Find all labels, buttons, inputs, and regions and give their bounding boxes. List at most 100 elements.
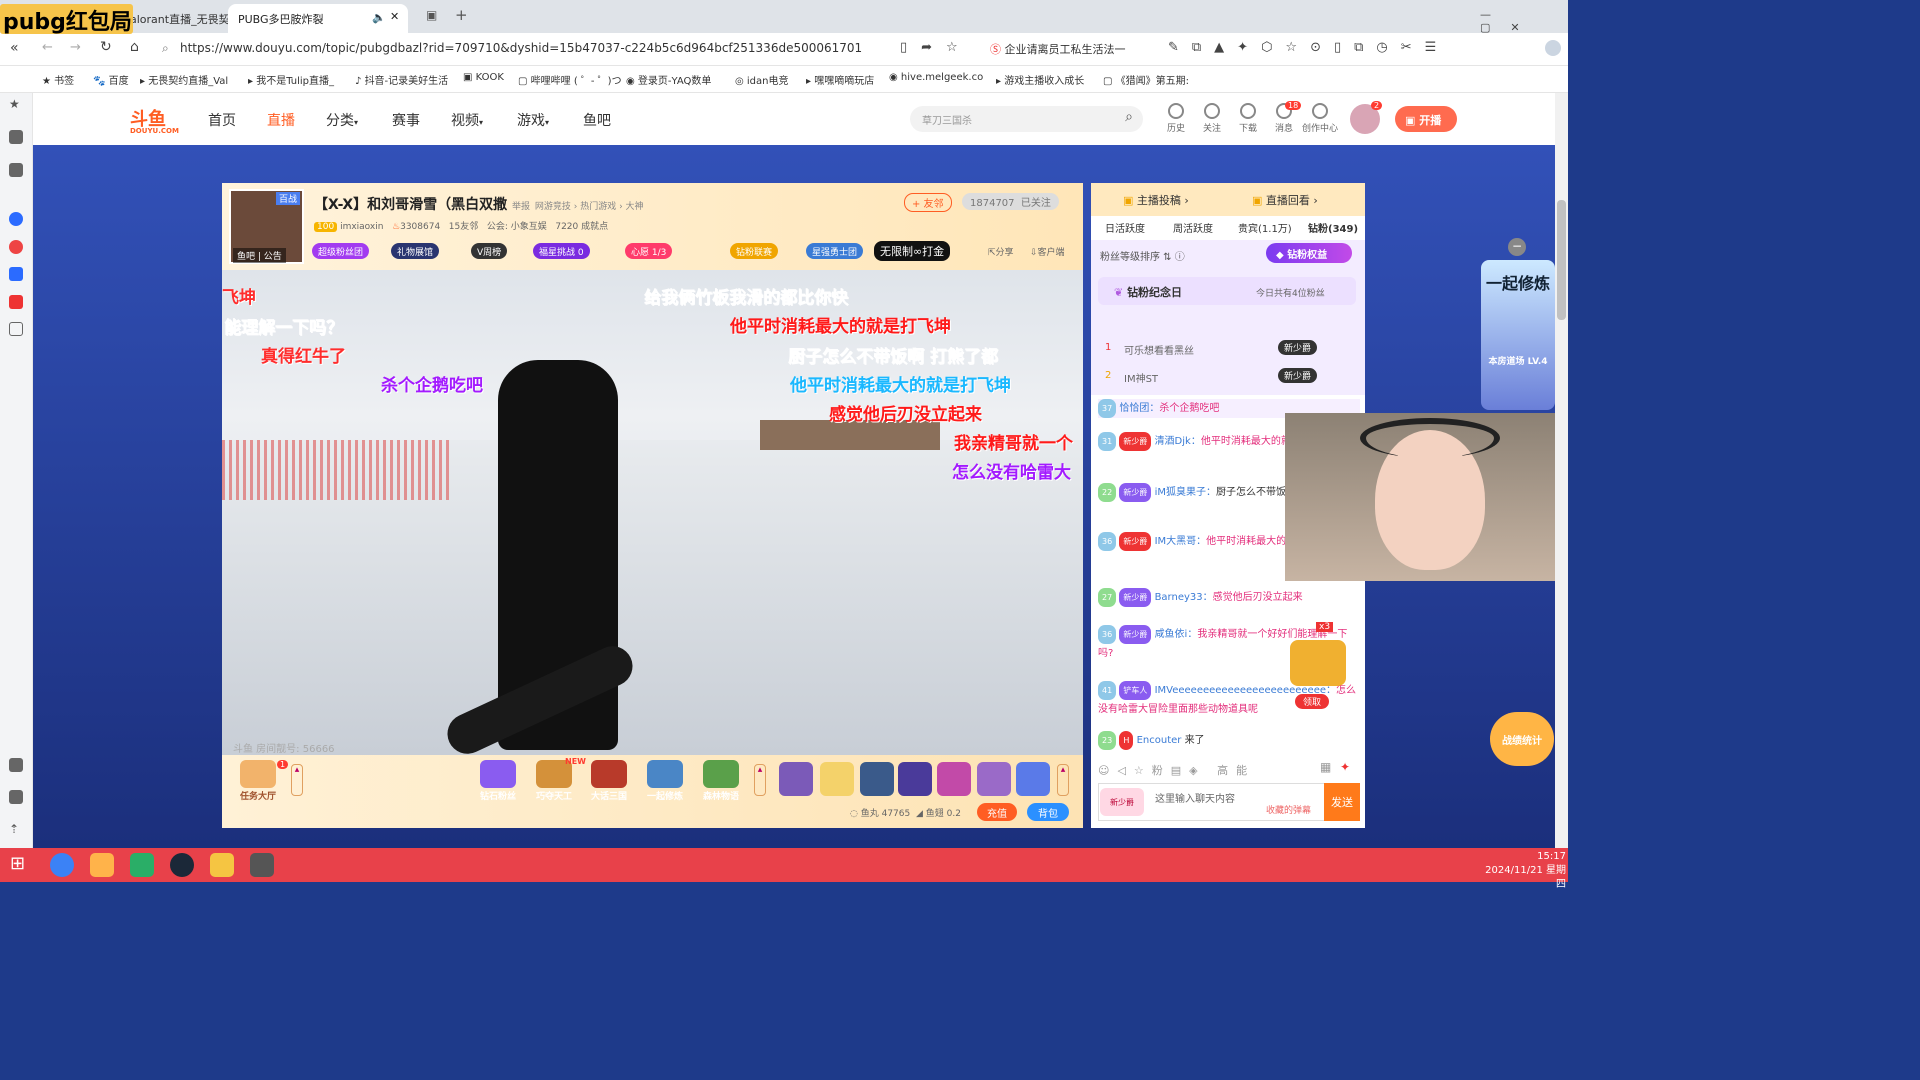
tab-daily-activity[interactable]: 日活跃度 [1105, 220, 1145, 235]
collapse-icon[interactable]: − [1508, 238, 1526, 256]
bookmark-item[interactable]: ◉ hive.melgeek.co [889, 72, 983, 83]
pin-icon[interactable]: ⇡ [9, 822, 23, 836]
noble-badge[interactable]: 新少爵 [1100, 788, 1144, 816]
tab-overview-icon[interactable]: ▣ [426, 8, 437, 22]
scrollbar-thumb[interactable] [1557, 200, 1566, 320]
wechat-app-icon[interactable] [130, 853, 154, 877]
bookmark-item[interactable]: ◉ 登录页-YAQ数单 [626, 72, 711, 87]
news-ticker[interactable]: Ⓢ 企业请离员工私生活法一 [990, 41, 1126, 57]
add-friend-button[interactable]: + 友邻 [904, 193, 952, 212]
diamond-rights-button[interactable]: ◆ 钻粉权益 [1266, 243, 1352, 263]
bookmark-item[interactable]: ♪ 抖音-记录美好生活 [355, 72, 448, 87]
bookmark-item[interactable]: ▣ KOOK [463, 72, 504, 83]
treasure-chest-icon[interactable] [1290, 640, 1346, 686]
bookmark-item[interactable]: ★ 书签 [42, 72, 74, 87]
toolbox-icon[interactable] [9, 790, 23, 804]
extension-icons[interactable]: ✎⧉▲✦⬡☆⊙▯⧉◷✂☰ [1168, 40, 1449, 55]
client-button[interactable]: ⇩客户端 [1030, 245, 1065, 258]
gift-expand-arrow[interactable]: ▴ [1057, 764, 1069, 796]
nav-category[interactable]: 分类▾ [326, 110, 358, 130]
new-tab-icon[interactable]: + [455, 6, 468, 24]
gift-icon[interactable] [898, 762, 932, 796]
tab-diamond-fans[interactable]: 钻粉(349) [1308, 220, 1358, 235]
gift-three-kingdoms[interactable]: 大话三国 [587, 760, 631, 802]
tab-pubg[interactable]: PUBG多巴胺炸裂 🔈 ✕ [228, 4, 408, 33]
chat-tool-icons[interactable]: ☺◁☆粉▤◈ 高能 [1098, 762, 1255, 778]
baidu-icon[interactable] [9, 267, 23, 281]
search-app-icon[interactable] [9, 212, 23, 226]
bookmark-item[interactable]: ▸ 无畏契约直播_Val [140, 72, 228, 87]
category-breadcrumb[interactable]: 网游竞技 › 热门游戏 › 大神 [535, 202, 644, 212]
app-icon[interactable] [9, 240, 23, 254]
warrior-group-pill[interactable]: 星强勇士团 [806, 243, 864, 259]
lucky-challenge-pill[interactable]: 福星挑战 0 [533, 243, 590, 259]
share-button[interactable]: ⇱分享 [988, 245, 1014, 258]
gift-training[interactable]: 一起修炼 [643, 760, 687, 802]
bookmark-item[interactable]: ◎ idan电竞 [735, 72, 789, 87]
rank-name[interactable]: IM神ST [1124, 370, 1158, 385]
window-controls[interactable]: —▢✕ [1480, 8, 1568, 34]
site-search-input[interactable]: 草刀三国杀 ⌕ [910, 106, 1143, 132]
nav-live[interactable]: 直播 [267, 110, 295, 130]
nav-events[interactable]: 赛事 [392, 110, 420, 130]
address-bar[interactable]: ⌕ https://www.douyu.com/topic/pubgdbazl?r… [156, 38, 986, 60]
settings-icon[interactable] [9, 758, 23, 772]
weekly-rank-pill[interactable]: V周榜 [471, 243, 508, 259]
favorites-icon[interactable]: ★ [9, 97, 23, 111]
sidebar-toggle-icon[interactable]: « [10, 40, 19, 56]
gift-diamond-fan[interactable]: 钻石粉丝 [476, 760, 520, 802]
gift-forest-story[interactable]: 森林物语 [699, 760, 743, 802]
gift-hall-pill[interactable]: 礼物展馆 [391, 243, 440, 259]
home-icon[interactable]: ⌂ [130, 39, 139, 55]
nav-fishbar[interactable]: 鱼吧 [583, 110, 611, 130]
bookmark-item[interactable]: 🐾 百度 [93, 72, 129, 87]
tab-vip[interactable]: 贵宾(1.1万) [1238, 220, 1292, 235]
saved-danmaku-link[interactable]: 收藏的弹幕 [1266, 803, 1311, 816]
send-button[interactable]: 发送 [1324, 783, 1360, 821]
bookmark-item[interactable]: ▸ 游戏主播收入成长 [996, 72, 1084, 87]
gift-craftsmanship[interactable]: 巧夺天工 [532, 760, 576, 802]
claim-chest-button[interactable]: 领取 [1295, 694, 1330, 709]
streamer-posts-link[interactable]: ▣ 主播投稿 › [1123, 192, 1189, 208]
folder-icon[interactable] [9, 130, 23, 144]
nav-games[interactable]: 游戏▾ [517, 110, 549, 130]
task-hall-button[interactable]: 任务大厅 [236, 760, 280, 802]
gift-icon[interactable] [977, 762, 1011, 796]
rank-name[interactable]: 可乐想看看黑丝 [1124, 342, 1194, 357]
app-icon[interactable] [9, 295, 23, 309]
wish-pill[interactable]: 心愿 1/3 [625, 243, 673, 259]
douyu-logo[interactable]: 斗鱼 DOUYU.COM [130, 105, 192, 135]
app-icon[interactable] [210, 853, 234, 877]
gift-icon[interactable] [820, 762, 854, 796]
gift-scroll-arrow[interactable]: ▴ [754, 764, 766, 796]
app-icon[interactable] [250, 853, 274, 877]
gift-icon[interactable] [779, 762, 813, 796]
tab-valorant[interactable]: alorant直播_无畏契 [120, 4, 228, 33]
replay-link[interactable]: ▣ 直播回看 › [1252, 192, 1318, 208]
creator-center-button[interactable]: 创作中心 [1300, 103, 1340, 134]
training-banner[interactable]: 一起修炼 本房道场 LV.4 [1481, 260, 1555, 410]
collapse-arrow[interactable]: ▴ [291, 764, 303, 796]
steam-app-icon[interactable] [170, 853, 194, 877]
report-link[interactable]: 举报 [512, 202, 530, 212]
windows-start-icon[interactable]: ⊞ [10, 853, 25, 874]
nav-video[interactable]: 视频▾ [451, 110, 483, 130]
douyu-app-icon[interactable] [90, 853, 114, 877]
fishbar-announcement-links[interactable]: 鱼吧 | 公告 [233, 248, 286, 263]
gift-effect-icon[interactable]: ✦ [1340, 760, 1350, 774]
reading-icon[interactable] [9, 163, 23, 177]
gift-icon[interactable] [860, 762, 894, 796]
browser-app-icon[interactable] [50, 853, 74, 877]
nav-home[interactable]: 首页 [208, 110, 236, 130]
bookmark-item[interactable]: ▸ 嘿嘿嘀嘀玩店 [806, 72, 874, 87]
toolbar-icons[interactable]: ▯➦☆ [900, 40, 972, 55]
follow-button[interactable]: 关注 [1192, 103, 1232, 134]
bookmark-item[interactable]: ▢ 哔哩哔哩 ( ゜- ゜)つ [518, 72, 622, 87]
bookmark-item[interactable]: ▸ 我不是Tulip直播_ [248, 72, 334, 87]
tab-weekly-activity[interactable]: 周活跃度 [1173, 220, 1213, 235]
download-button[interactable]: 下载 [1228, 103, 1268, 134]
add-icon[interactable] [9, 322, 23, 336]
start-stream-button[interactable]: ▣ 开播 [1395, 106, 1457, 132]
history-button[interactable]: 历史 [1156, 103, 1196, 134]
search-icon[interactable]: ⌕ [1125, 109, 1133, 125]
